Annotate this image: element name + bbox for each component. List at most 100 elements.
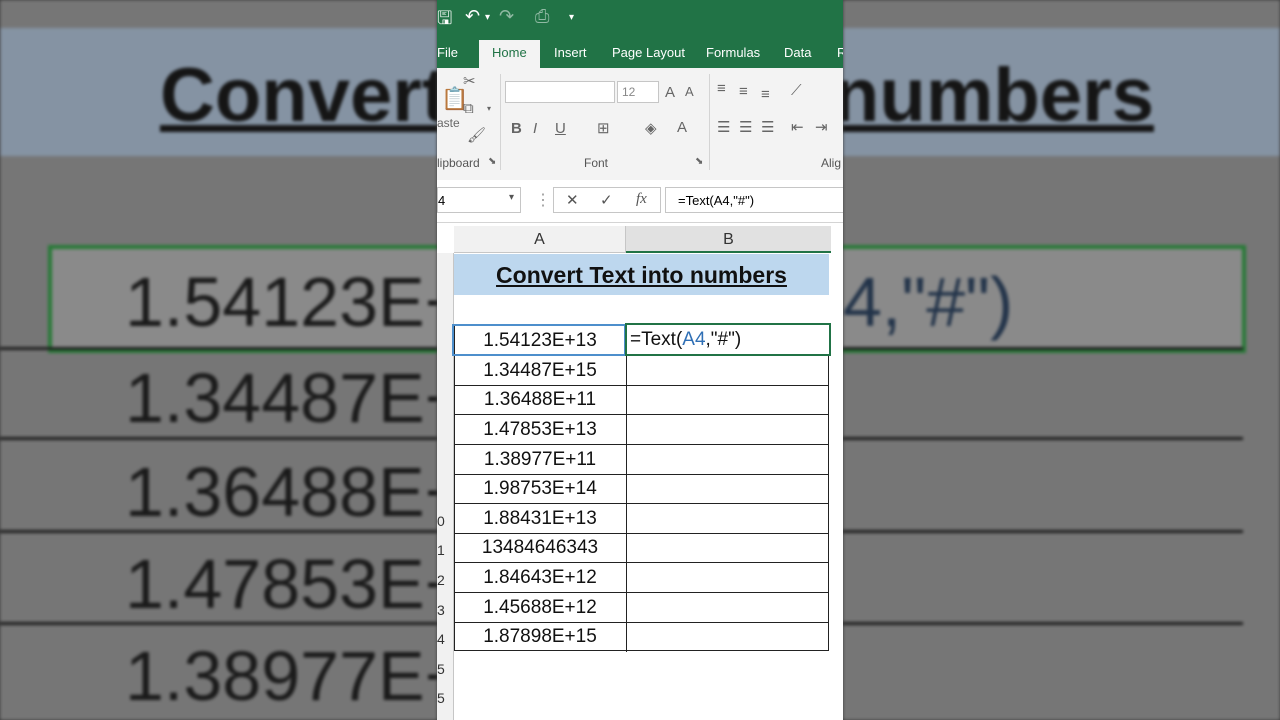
referenced-cell-highlight bbox=[452, 324, 626, 356]
row-header[interactable]: 3 bbox=[437, 602, 451, 618]
excel-window: 🖫 ↶ ▾ ↷ ⎙ ▾ File Home Insert Page Layout… bbox=[437, 0, 843, 720]
align-bottom-icon[interactable]: ≡ bbox=[761, 86, 770, 103]
underline-button[interactable]: U bbox=[555, 120, 566, 137]
bold-button[interactable]: B bbox=[511, 120, 522, 137]
align-top-icon[interactable]: ≡ bbox=[717, 80, 726, 97]
table-cell-b[interactable] bbox=[626, 504, 829, 534]
tab-file[interactable]: File bbox=[437, 45, 458, 60]
table-cell-a[interactable]: 1.88431E+13 bbox=[454, 504, 626, 534]
tab-formulas[interactable]: Formulas bbox=[706, 45, 760, 60]
formula-suffix: ,"#") bbox=[705, 329, 742, 350]
quick-access-toolbar: 🖫 ↶ ▾ ↷ ⎙ ▾ bbox=[437, 0, 843, 36]
tab-home[interactable]: Home bbox=[479, 40, 540, 68]
row-header[interactable]: 5 bbox=[437, 661, 451, 677]
ribbon-tabs: File Home Insert Page Layout Formulas Da… bbox=[437, 36, 843, 68]
paste-label: aste bbox=[437, 116, 460, 130]
table-cell-a[interactable]: 1.34487E+15 bbox=[454, 356, 626, 386]
background-title: Convert bbox=[160, 53, 437, 138]
enter-button[interactable]: ✓ bbox=[600, 191, 613, 209]
row-header[interactable]: 4 bbox=[437, 631, 451, 647]
table-cell-b[interactable] bbox=[626, 445, 829, 475]
table-cell-a[interactable]: 13484646343 bbox=[454, 533, 626, 563]
name-box[interactable]: 4 ▾ bbox=[437, 187, 521, 213]
background-divider bbox=[843, 437, 1243, 440]
row-header[interactable]: 1 bbox=[437, 542, 451, 558]
fill-color-icon[interactable]: ◈ bbox=[645, 119, 657, 137]
background-divider bbox=[0, 437, 437, 440]
tab-review[interactable]: R bbox=[837, 45, 843, 60]
align-right-icon[interactable]: ☰ bbox=[761, 118, 774, 136]
name-box-value: 4 bbox=[438, 193, 446, 208]
font-group-label: Font bbox=[584, 156, 609, 170]
background-value: 1.54123E+ bbox=[125, 263, 437, 341]
align-left-icon[interactable]: ☰ bbox=[717, 118, 730, 136]
insert-function-button[interactable]: fx bbox=[636, 191, 647, 208]
decrease-indent-icon[interactable]: ⇤ bbox=[791, 118, 804, 136]
font-color-button[interactable]: A bbox=[677, 119, 687, 136]
borders-icon[interactable]: ⊞ bbox=[597, 119, 610, 137]
customize-qat-icon[interactable]: ▾ bbox=[569, 12, 574, 23]
background-divider bbox=[0, 347, 437, 350]
orientation-icon[interactable]: ⟋ bbox=[791, 82, 802, 99]
alignment-group-label: Alig bbox=[821, 156, 842, 170]
undo-icon[interactable]: ↶ bbox=[465, 6, 480, 27]
table-cell-b[interactable] bbox=[626, 474, 829, 504]
align-center-icon[interactable]: ☰ bbox=[739, 118, 752, 136]
dialog-launcher-icon[interactable]: ⬊ bbox=[695, 156, 703, 167]
sheet-title-cell[interactable]: Convert Text into numbers bbox=[454, 254, 829, 295]
tab-insert[interactable]: Insert bbox=[554, 45, 587, 60]
cancel-button[interactable]: ✕ bbox=[566, 191, 579, 209]
table-cell-b[interactable] bbox=[626, 385, 829, 415]
background-title: numbers bbox=[843, 53, 1154, 138]
column-header-b[interactable]: B bbox=[626, 226, 831, 253]
clipboard-group-label: lipboard bbox=[437, 156, 480, 170]
table-cell-a[interactable]: 1.84643E+12 bbox=[454, 563, 626, 593]
table-cell-a[interactable]: 1.47853E+13 bbox=[454, 415, 626, 445]
tab-data[interactable]: Data bbox=[784, 45, 811, 60]
table-cell-a[interactable]: 1.98753E+14 bbox=[454, 474, 626, 504]
tab-page-layout[interactable]: Page Layout bbox=[612, 45, 685, 60]
column-header-a[interactable]: A bbox=[454, 226, 626, 253]
background-right-zoom: numbers 4,"#") bbox=[843, 0, 1280, 720]
italic-button[interactable]: I bbox=[533, 120, 537, 137]
group-divider bbox=[709, 74, 710, 170]
chevron-down-icon[interactable]: ▾ bbox=[509, 192, 514, 203]
row-header[interactable]: 2 bbox=[437, 572, 451, 588]
dialog-launcher-icon[interactable]: ⬊ bbox=[488, 156, 496, 167]
background-divider bbox=[843, 347, 1243, 350]
active-cell-editor[interactable]: =Text(A4,"#") bbox=[625, 323, 831, 356]
table-cell-b[interactable] bbox=[626, 593, 829, 623]
table-cell-a[interactable]: 1.38977E+11 bbox=[454, 445, 626, 475]
chevron-down-icon[interactable]: ▾ bbox=[485, 12, 490, 23]
redo-icon[interactable]: ↷ bbox=[499, 6, 514, 27]
table-cell-b[interactable] bbox=[626, 563, 829, 593]
row-header[interactable]: 0 bbox=[437, 513, 451, 529]
chevron-down-icon[interactable]: ▾ bbox=[487, 104, 491, 113]
table-cell-b[interactable] bbox=[626, 622, 829, 652]
align-middle-icon[interactable]: ≡ bbox=[739, 83, 748, 100]
font-size-box[interactable]: 12 bbox=[617, 81, 659, 103]
background-value: 1.47853E+ bbox=[125, 545, 437, 623]
save-icon[interactable]: 🖫 bbox=[437, 6, 452, 36]
increase-font-icon[interactable]: A bbox=[665, 84, 675, 101]
table-cell-b[interactable] bbox=[626, 533, 829, 563]
table-cell-a[interactable]: 1.36488E+11 bbox=[454, 385, 626, 415]
formula-input[interactable]: =Text(A4,"#") bbox=[665, 187, 843, 213]
row-header[interactable]: 5 bbox=[437, 690, 451, 706]
table-cell-b[interactable] bbox=[626, 356, 829, 386]
print-preview-icon[interactable]: ⎙ bbox=[535, 6, 549, 27]
format-painter-icon[interactable]: 🖌 bbox=[467, 126, 486, 144]
more-icon: ⋮ bbox=[535, 192, 551, 209]
table-cell-a[interactable]: 1.45688E+12 bbox=[454, 593, 626, 623]
background-divider bbox=[843, 622, 1243, 625]
table-cell-b[interactable] bbox=[626, 415, 829, 445]
background-value: 1.38977E+ bbox=[125, 637, 437, 715]
increase-indent-icon[interactable]: ⇥ bbox=[815, 118, 828, 136]
font-name-box[interactable] bbox=[505, 81, 615, 103]
group-divider bbox=[500, 74, 501, 170]
cut-icon[interactable]: ✂ bbox=[463, 72, 476, 90]
copy-icon[interactable]: ⧉ bbox=[463, 100, 474, 117]
decrease-font-icon[interactable]: A bbox=[685, 84, 694, 99]
table-cell-a[interactable]: 1.87898E+15 bbox=[454, 622, 626, 652]
formula-bar: 4 ▾ ⋮ ✕ ✓ fx =Text(A4,"#") bbox=[437, 180, 843, 223]
